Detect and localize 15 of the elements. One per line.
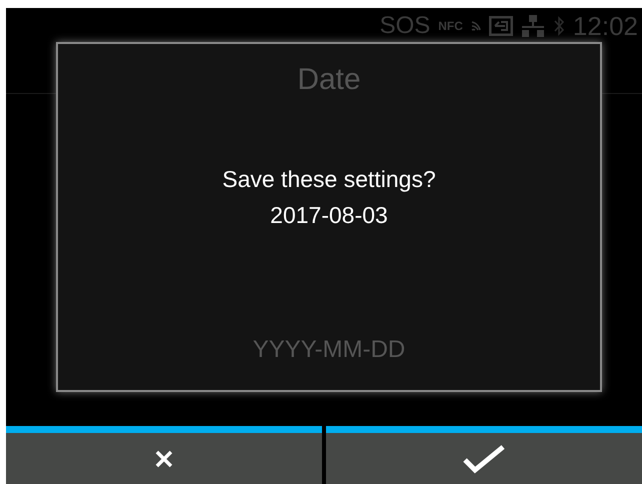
sos-indicator: SOS <box>380 14 430 38</box>
card-slot-icon <box>488 16 513 36</box>
checkmark-icon <box>463 444 505 474</box>
nfc-indicator: NFC <box>438 20 463 32</box>
confirm-button[interactable] <box>326 426 642 484</box>
bluetooth-icon <box>552 16 565 36</box>
wireless-icon <box>470 20 481 32</box>
dialog-message: Save these settings? <box>222 165 436 194</box>
close-icon <box>154 448 174 468</box>
date-value: 2017-08-03 <box>270 201 388 230</box>
network-icon <box>520 15 545 37</box>
cancel-button[interactable] <box>6 426 322 484</box>
clock-time: 12:02 <box>572 13 638 39</box>
format-hint: YYYY-MM-DD <box>252 335 406 365</box>
screen-title: Date <box>297 62 361 98</box>
